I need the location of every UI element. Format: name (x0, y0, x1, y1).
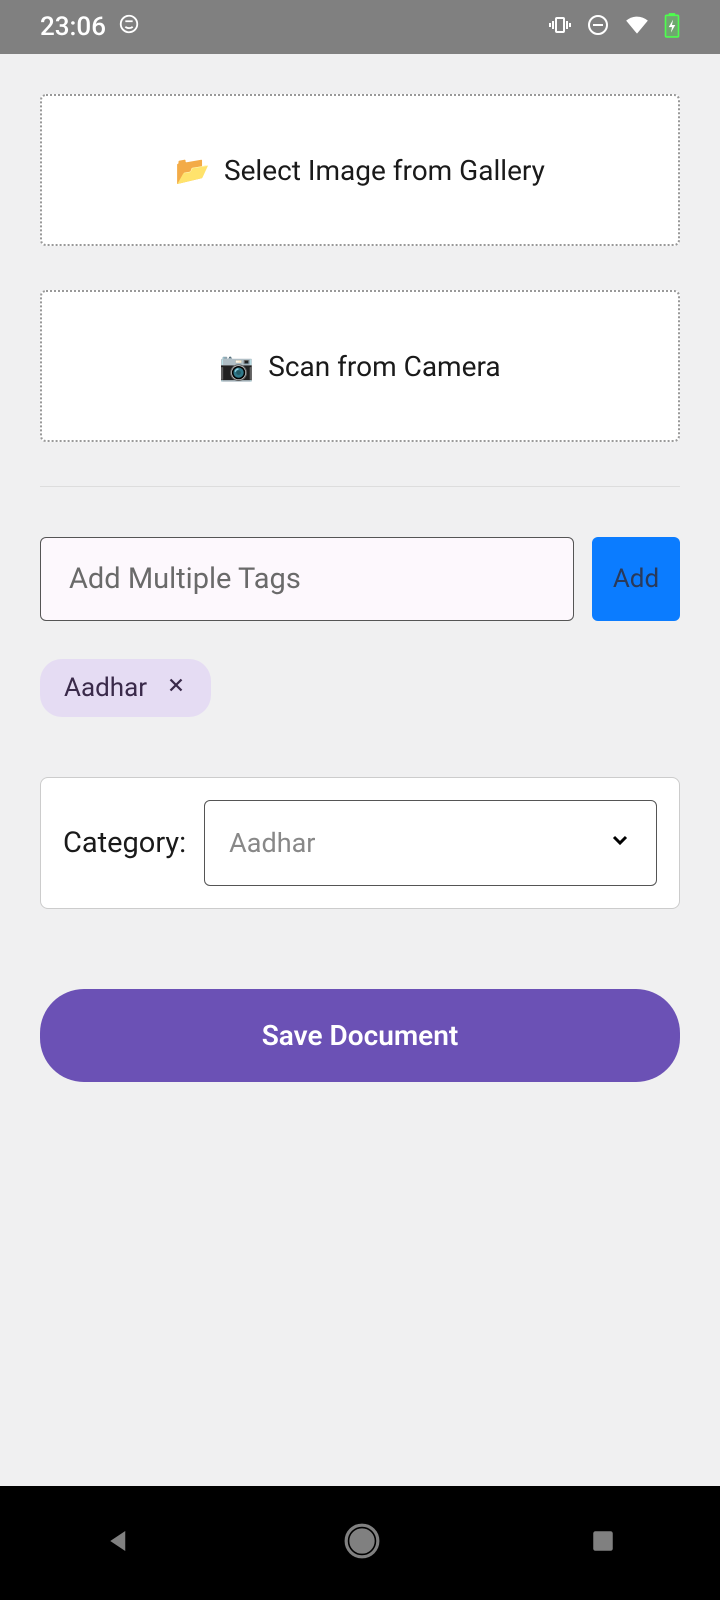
tag-chip-label: Aadhar (64, 673, 147, 703)
camera-icon: 📷 (219, 350, 254, 383)
wifi-icon (624, 14, 650, 40)
divider (40, 486, 680, 487)
category-box: Category: Aadhar (40, 777, 680, 909)
chip-container: Aadhar (40, 659, 680, 777)
tag-input-row: Add (40, 537, 680, 621)
category-selected-value: Aadhar (229, 827, 315, 859)
gallery-upload-button[interactable]: 📂 Select Image from Gallery (40, 94, 680, 246)
camera-scan-button[interactable]: 📷 Scan from Camera (40, 290, 680, 442)
save-document-button[interactable]: Save Document (40, 989, 680, 1082)
navigation-bar (0, 1486, 720, 1600)
add-tag-button[interactable]: Add (592, 537, 680, 621)
tag-chip[interactable]: Aadhar (40, 659, 211, 717)
status-time: 23:06 (40, 12, 106, 42)
nav-home-icon[interactable] (343, 1522, 381, 1564)
status-right (548, 12, 680, 42)
status-app-icon (118, 12, 140, 42)
nav-recent-icon[interactable] (590, 1528, 616, 1558)
nav-back-icon[interactable] (104, 1526, 134, 1560)
dnd-icon (586, 13, 610, 41)
gallery-upload-label: Select Image from Gallery (224, 154, 545, 187)
close-icon[interactable] (165, 674, 187, 702)
status-bar: 23:06 (0, 0, 720, 54)
chevron-down-icon (608, 827, 632, 859)
status-left: 23:06 (40, 12, 140, 42)
folder-icon: 📂 (175, 154, 210, 187)
tag-input[interactable] (40, 537, 574, 621)
main-content: 📂 Select Image from Gallery 📷 Scan from … (0, 54, 720, 1082)
battery-icon (664, 12, 680, 42)
category-select[interactable]: Aadhar (204, 800, 657, 886)
category-label: Category: (63, 826, 186, 860)
vibrate-icon (548, 13, 572, 41)
camera-scan-label: Scan from Camera (268, 350, 500, 383)
